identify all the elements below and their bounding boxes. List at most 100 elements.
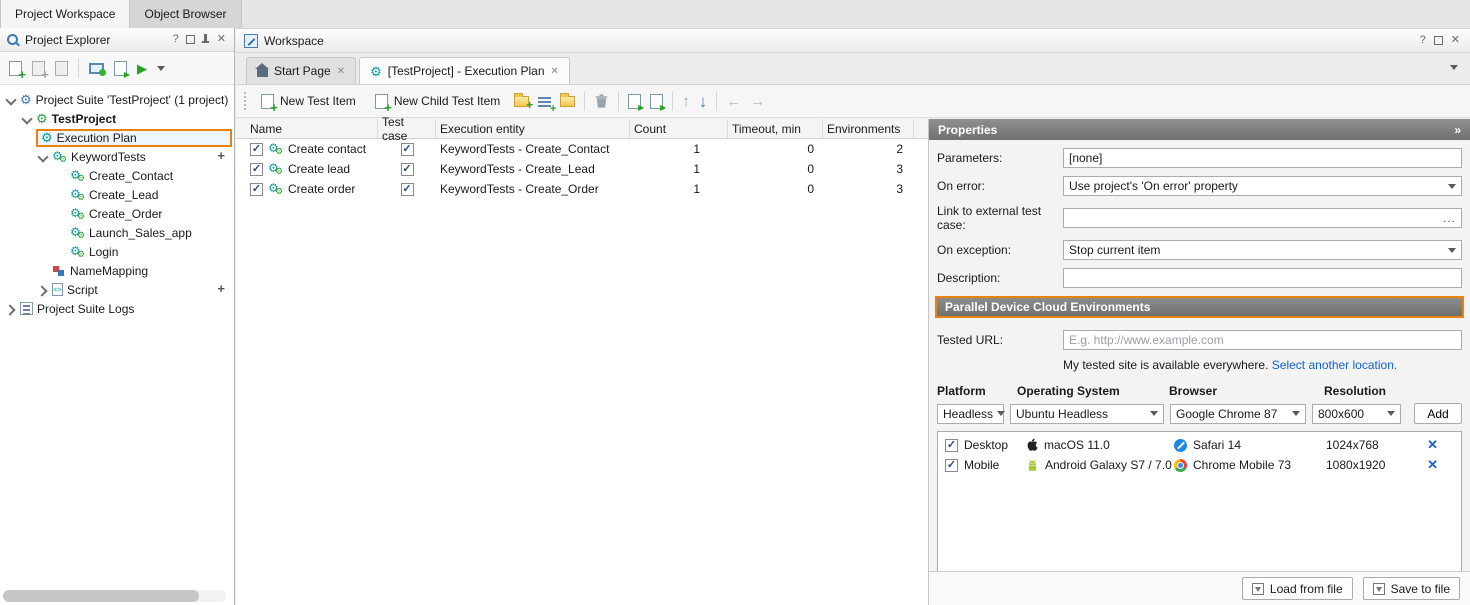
object-browser-icon[interactable] <box>89 63 104 74</box>
run-selected-item-icon[interactable] <box>628 94 641 109</box>
environment-checkbox[interactable] <box>945 439 958 452</box>
column-header-timeout[interactable]: Timeout, min <box>728 119 823 138</box>
row-enabled-checkbox[interactable] <box>250 163 263 176</box>
add-new-item-icon[interactable] <box>9 61 22 76</box>
platform-dropdown[interactable]: Headless <box>937 404 1004 424</box>
horizontal-scrollbar[interactable] <box>3 590 226 602</box>
environment-row[interactable]: Mobile Android Galaxy S7 / 7.0 Chrome Mo… <box>938 455 1461 475</box>
tree-item-launch-sales-app[interactable]: ⚙⚙ Launch_Sales_app <box>0 223 234 242</box>
column-header-environments[interactable]: Environments <box>823 119 914 138</box>
column-header-test-case[interactable]: Test case <box>378 119 436 138</box>
close-panel-icon[interactable]: ✕ <box>1449 35 1462 46</box>
close-panel-icon[interactable]: ✕ <box>215 34 228 45</box>
add-existing-item-icon[interactable] <box>32 61 45 76</box>
resolution-dropdown[interactable]: 800x600 <box>1312 404 1401 424</box>
run-execution-plan-icon[interactable] <box>650 94 663 109</box>
grid-row[interactable]: ⚙⚙Create contact KeywordTests - Create_C… <box>236 139 928 159</box>
browser-dropdown[interactable]: Google Chrome 87 <box>1170 404 1306 424</box>
column-header-count[interactable]: Count <box>630 119 728 138</box>
selected-item-highlight[interactable]: ⚙ Execution Plan <box>36 129 232 147</box>
timeout-value[interactable]: 0 <box>728 179 823 199</box>
test-case-checkbox[interactable] <box>401 163 414 176</box>
scrollbar-thumb[interactable] <box>3 590 199 602</box>
count-value[interactable]: 1 <box>630 159 728 179</box>
tested-url-input[interactable] <box>1063 330 1462 350</box>
on-exception-dropdown[interactable]: Stop current item <box>1063 240 1462 260</box>
count-value[interactable]: 1 <box>630 139 728 159</box>
test-case-checkbox[interactable] <box>401 183 414 196</box>
delete-environment-icon[interactable]: ✕ <box>1427 457 1438 473</box>
description-input[interactable] <box>1063 268 1462 288</box>
move-left-icon[interactable] <box>726 94 741 109</box>
export-item-icon[interactable] <box>55 61 68 76</box>
new-group-icon[interactable] <box>514 96 529 107</box>
column-header-name[interactable]: Name <box>236 119 378 138</box>
help-icon[interactable]: ? <box>1418 35 1428 46</box>
close-tab-icon[interactable]: ✕ <box>551 66 559 77</box>
timeout-value[interactable]: 0 <box>728 139 823 159</box>
tab-execution-plan[interactable]: ⚙ [TestProject] - Execution Plan ✕ <box>359 57 570 84</box>
browse-button[interactable]: ... <box>1443 211 1456 225</box>
select-location-link[interactable]: Select another location. <box>1272 358 1397 372</box>
os-dropdown[interactable]: Ubuntu Headless <box>1010 404 1164 424</box>
column-header-execution-entity[interactable]: Execution entity <box>436 119 630 138</box>
pin-icon[interactable] <box>200 34 210 45</box>
tree-item-create-order[interactable]: ⚙⚙ Create_Order <box>0 204 234 223</box>
environment-row[interactable]: Desktop macOS 11.0 Safari 14 1024x768 ✕ <box>938 435 1461 455</box>
delete-environment-icon[interactable]: ✕ <box>1427 437 1438 453</box>
delete-icon[interactable] <box>594 93 609 109</box>
tree-item-namemapping[interactable]: NameMapping <box>0 261 234 280</box>
add-environment-button[interactable]: Add <box>1414 403 1462 424</box>
tab-list-dropdown-icon[interactable] <box>1450 65 1458 70</box>
count-value[interactable]: 1 <box>630 179 728 199</box>
group-icon[interactable] <box>560 96 575 107</box>
run-test-icon[interactable] <box>114 61 127 76</box>
row-enabled-checkbox[interactable] <box>250 143 263 156</box>
close-tab-icon[interactable]: ✕ <box>337 66 345 77</box>
run-project-icon[interactable]: ▶ <box>137 62 147 75</box>
tab-project-workspace[interactable]: Project Workspace <box>0 0 130 28</box>
expand-icon[interactable] <box>38 285 48 295</box>
environments-value[interactable]: 3 <box>823 159 914 179</box>
float-window-icon[interactable] <box>186 35 195 44</box>
tab-object-browser[interactable]: Object Browser <box>130 0 241 28</box>
move-up-icon[interactable] <box>682 94 690 109</box>
add-keyword-test-button[interactable]: + <box>217 149 225 162</box>
tree-item-keywordtests[interactable]: ⚙⚙ KeywordTests + <box>0 147 234 166</box>
save-to-file-button[interactable]: Save to file <box>1363 577 1460 600</box>
timeout-value[interactable]: 0 <box>728 159 823 179</box>
on-error-dropdown[interactable]: Use project's 'On error' property <box>1063 176 1462 196</box>
tree-item-project-suite-logs[interactable]: Project Suite Logs <box>0 299 234 318</box>
tab-start-page[interactable]: Start Page ✕ <box>246 57 356 84</box>
test-case-checkbox[interactable] <box>401 143 414 156</box>
collapse-icon[interactable] <box>6 95 16 105</box>
expand-icon[interactable] <box>6 304 16 314</box>
grid-row[interactable]: ⚙⚙Create lead KeywordTests - Create_Lead… <box>236 159 928 179</box>
link-external-field[interactable]: ... <box>1063 208 1462 228</box>
tree-item-login[interactable]: ⚙⚙ Login <box>0 242 234 261</box>
parameters-field[interactable]: [none] <box>1063 148 1462 168</box>
collapse-icon[interactable] <box>38 152 48 162</box>
new-child-test-item-button[interactable]: New Child Test Item <box>370 91 505 112</box>
grid-row[interactable]: ⚙⚙Create order KeywordTests - Create_Ord… <box>236 179 928 199</box>
move-down-icon[interactable] <box>699 93 708 110</box>
tree-item-script[interactable]: Script + <box>0 280 234 299</box>
environments-value[interactable]: 2 <box>823 139 914 159</box>
collapse-icon[interactable] <box>22 114 32 124</box>
load-from-file-button[interactable]: Load from file <box>1242 577 1353 600</box>
new-test-item-button[interactable]: New Test Item <box>256 91 361 112</box>
run-dropdown-icon[interactable] <box>157 66 165 71</box>
tree-item-create-lead[interactable]: ⚙⚙ Create_Lead <box>0 185 234 204</box>
add-script-button[interactable]: + <box>217 282 225 295</box>
environments-value[interactable]: 3 <box>823 179 914 199</box>
list-view-icon[interactable] <box>538 95 551 108</box>
row-enabled-checkbox[interactable] <box>250 183 263 196</box>
tree-item-execution-plan[interactable]: ⚙ Execution Plan <box>0 128 234 147</box>
tree-item-project-suite[interactable]: ⚙ Project Suite 'TestProject' (1 project… <box>0 90 234 109</box>
tree-item-create-contact[interactable]: ⚙⚙ Create_Contact <box>0 166 234 185</box>
environment-checkbox[interactable] <box>945 459 958 472</box>
float-window-icon[interactable] <box>1434 36 1443 45</box>
collapse-panel-icon[interactable]: » <box>1454 123 1461 137</box>
tree-item-testproject[interactable]: ⚙ TestProject <box>0 109 234 128</box>
help-icon[interactable]: ? <box>171 34 181 45</box>
